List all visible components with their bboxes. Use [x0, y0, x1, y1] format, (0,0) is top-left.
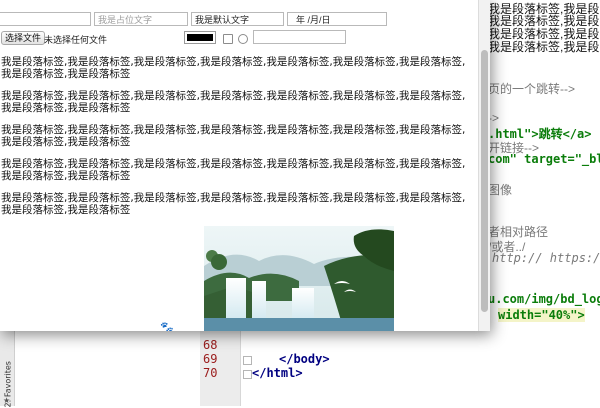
baidu-paw-icon: 🐾 [160, 321, 174, 331]
favorites-tab[interactable]: 2: Favorites ★ [1, 318, 13, 407]
text-input[interactable] [0, 12, 91, 26]
fold-marker-icon[interactable] [243, 370, 252, 379]
placeholder-input[interactable]: 我是占位文字 [94, 12, 188, 26]
radio-button[interactable] [238, 34, 248, 44]
choose-file-button[interactable]: 选择文件 [1, 31, 46, 45]
code-fragment: 页的一个跳转--> [488, 82, 576, 96]
fold-marker-icon[interactable] [243, 356, 252, 365]
code-line-html-close: </html> [252, 366, 303, 380]
scrollbar-thumb[interactable] [481, 50, 488, 312]
code-fragment: 我是段落标签,我是段 [488, 40, 600, 54]
color-swatch [187, 34, 213, 41]
code-fragment: com" target="_bl [488, 152, 600, 166]
code-fragment: width="40%"> [498, 308, 585, 322]
star-icon: ★ [3, 396, 11, 405]
code-fragment: 图像 [488, 183, 513, 197]
paragraph: 我是段落标签,我是段落标签,我是段落标签,我是段落标签,我是段落标签,我是段落标… [1, 124, 466, 148]
default-value-input[interactable]: 我是默认文字 [191, 12, 284, 26]
color-picker[interactable] [184, 31, 216, 44]
checkbox[interactable] [223, 34, 233, 44]
file-status-text: 未选择任何文件 [44, 35, 108, 45]
code-line-body-close: </body> [279, 352, 330, 366]
line-number: 70 [203, 366, 218, 380]
line-number: 68 [203, 338, 218, 352]
code-fragment: http:// https:/ [492, 251, 600, 265]
code-fragment: u.com/img/bd_log [488, 292, 600, 306]
text-input-2[interactable] [253, 30, 346, 44]
paragraph: 我是段落标签,我是段落标签,我是段落标签,我是段落标签,我是段落标签,我是段落标… [1, 192, 466, 216]
paragraph: 我是段落标签,我是段落标签,我是段落标签,我是段落标签,我是段落标签,我是段落标… [1, 158, 466, 182]
paragraph: 我是段落标签,我是段落标签,我是段落标签,我是段落标签,我是段落标签,我是段落标… [1, 90, 466, 114]
line-number: 69 [203, 352, 218, 366]
date-input[interactable]: 年 /月/日 [287, 12, 387, 26]
page-content: 我是占位文字 我是默认文字 年 /月/日 选择文件 未选择任何文件 我是段落标签… [0, 0, 478, 331]
browser-preview-window: 我是占位文字 我是默认文字 年 /月/日 选择文件 未选择任何文件 我是段落标签… [0, 0, 490, 331]
paragraph: 我是段落标签,我是段落标签,我是段落标签,我是段落标签,我是段落标签,我是段落标… [1, 56, 466, 80]
landscape-image [204, 226, 394, 331]
